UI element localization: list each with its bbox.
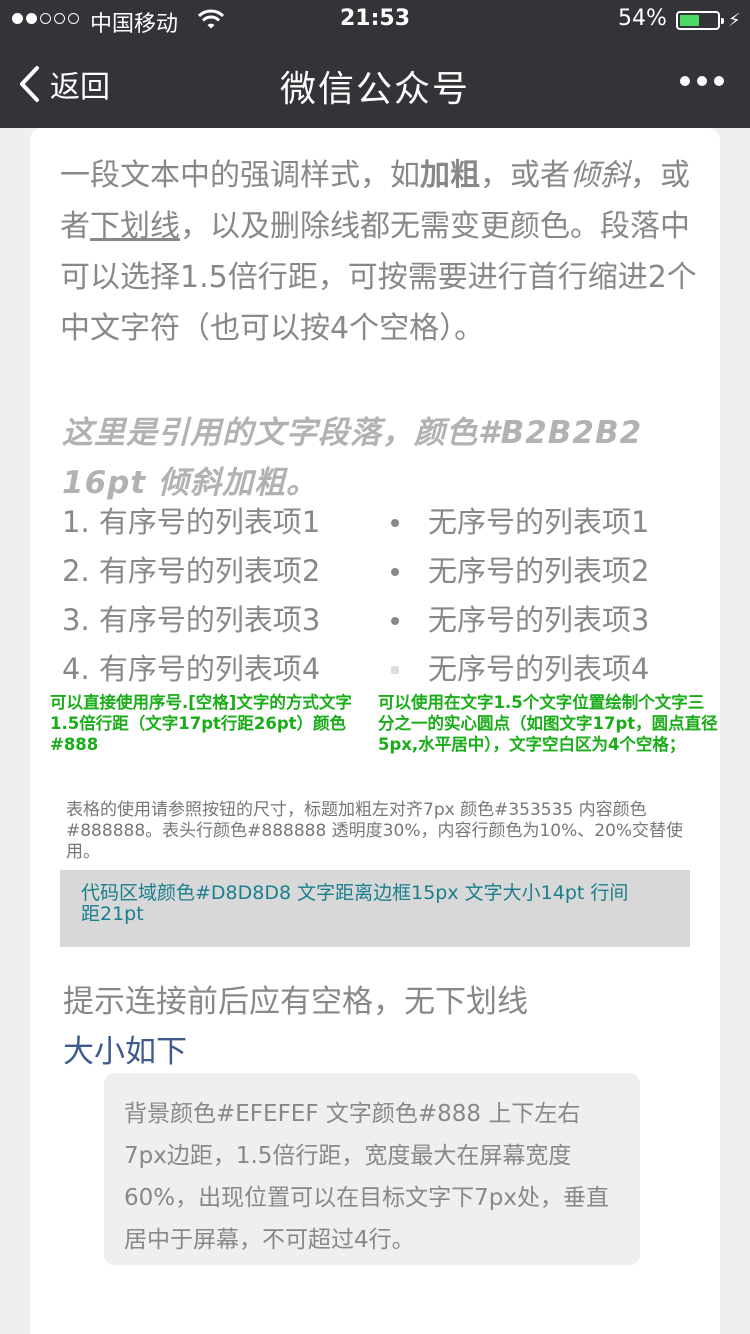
bullet-icon [391, 665, 399, 674]
list-item: 1. 有序号的列表项1 [62, 505, 321, 539]
tip-text: 提示连接前后应有空格，无下划线 [63, 984, 528, 1020]
status-bar: 中国移动 21:53 54% ⚡ [0, 0, 750, 40]
list-item: 无序号的列表项2 [380, 547, 649, 596]
unordered-list: 无序号的列表项1 无序号的列表项2 无序号的列表项3 无序号的列表项4 [380, 498, 649, 694]
bullet-icon [391, 616, 399, 625]
tip-link[interactable]: 大小如下 [63, 1030, 187, 1074]
bullet-icon [391, 567, 399, 576]
table-note: 表格的使用请参照按钮的尺寸，标题加粗左对齐7px 颜色#353535 内容颜色#… [66, 800, 684, 862]
battery-icon [676, 11, 724, 30]
charging-bolt-icon: ⚡ [728, 10, 741, 31]
bullet-icon [391, 518, 399, 527]
list-item: 无序号的列表项3 [380, 596, 649, 645]
battery-percent: 54% [618, 6, 667, 31]
navigation-bar: 返回 微信公众号 [0, 40, 750, 128]
italic-text: 倾斜 [570, 158, 630, 193]
list-item: 无序号的列表项4 [380, 645, 649, 694]
tooltip-text: 背景颜色#EFEFEF 文字颜色#888 上下左右7px边距，1.5倍行距，宽度… [124, 1101, 609, 1253]
ordered-list: 1. 有序号的列表项1 2. 有序号的列表项2 3. 有序号的列表项3 4. 有… [62, 498, 320, 694]
list-item: 4. 有序号的列表项4 [62, 652, 321, 686]
body-paragraph: 一段文本中的强调样式，如加粗，或者倾斜，或者下划线，以及删除线都无需变更颜色。段… [60, 158, 697, 346]
page-title: 微信公众号 [279, 69, 470, 110]
list-item: 3. 有序号的列表项3 [62, 603, 321, 637]
quote-block: 这里是引用的文字段落，颜色#B2B2B2 16pt 倾斜加粗。 [62, 415, 643, 501]
underline-text: 下划线 [90, 209, 180, 244]
ordered-list-note: 可以直接使用序号.[空格]文字的方式文字1.5倍行距（文字17pt行距26pt）… [50, 693, 352, 754]
unordered-list-note: 可以使用在文字1.5个文字位置绘制个文字三分之一的实心圆点（如图文字17pt，圆… [378, 693, 718, 754]
list-item: 无序号的列表项1 [380, 498, 649, 547]
more-dots-icon[interactable] [680, 76, 724, 86]
code-text: 代码区域颜色#D8D8D8 文字距离边框15px 文字大小14pt 行间距21p… [81, 882, 629, 925]
tooltip-box: 背景颜色#EFEFEF 文字颜色#888 上下左右7px边距，1.5倍行距，宽度… [104, 1073, 640, 1265]
bold-text: 加粗 [420, 158, 480, 193]
list-item: 2. 有序号的列表项2 [62, 554, 321, 588]
code-block: 代码区域颜色#D8D8D8 文字距离边框15px 文字大小14pt 行间距21p… [60, 870, 690, 947]
